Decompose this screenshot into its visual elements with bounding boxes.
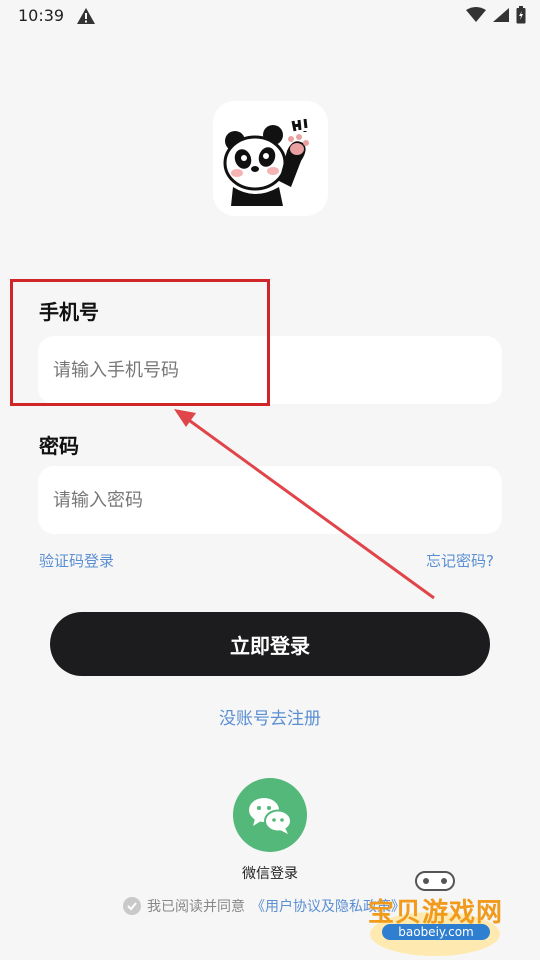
sms-login-link[interactable]: 验证码登录 bbox=[39, 550, 114, 571]
watermark: 宝贝游戏网 baobeiy.com bbox=[360, 862, 540, 960]
warning-icon bbox=[77, 8, 95, 24]
password-input[interactable] bbox=[38, 466, 502, 534]
panda-logo-image bbox=[223, 118, 309, 206]
login-button[interactable]: 立即登录 bbox=[50, 612, 490, 676]
forgot-password-link[interactable]: 忘记密码? bbox=[426, 550, 494, 571]
agreement-text: 我已阅读并同意 bbox=[147, 899, 245, 915]
watermark-url: baobeiy.com bbox=[382, 924, 490, 940]
panda-logo bbox=[213, 101, 328, 216]
annotation-highlight-box bbox=[10, 279, 270, 406]
status-time: 10:39 bbox=[18, 6, 65, 25]
wechat-icon bbox=[249, 798, 292, 834]
register-link[interactable]: 没账号去注册 bbox=[0, 704, 540, 729]
signal-icon bbox=[493, 8, 509, 22]
password-label: 密码 bbox=[39, 434, 79, 458]
wechat-login-button[interactable] bbox=[233, 778, 307, 852]
password-field-container bbox=[38, 466, 502, 534]
status-bar: 10:39 bbox=[0, 0, 540, 32]
status-icons bbox=[466, 6, 526, 24]
check-mark-icon bbox=[127, 902, 137, 911]
battery-icon bbox=[516, 6, 526, 24]
wifi-icon bbox=[466, 7, 486, 22]
check-icon[interactable] bbox=[123, 897, 141, 915]
